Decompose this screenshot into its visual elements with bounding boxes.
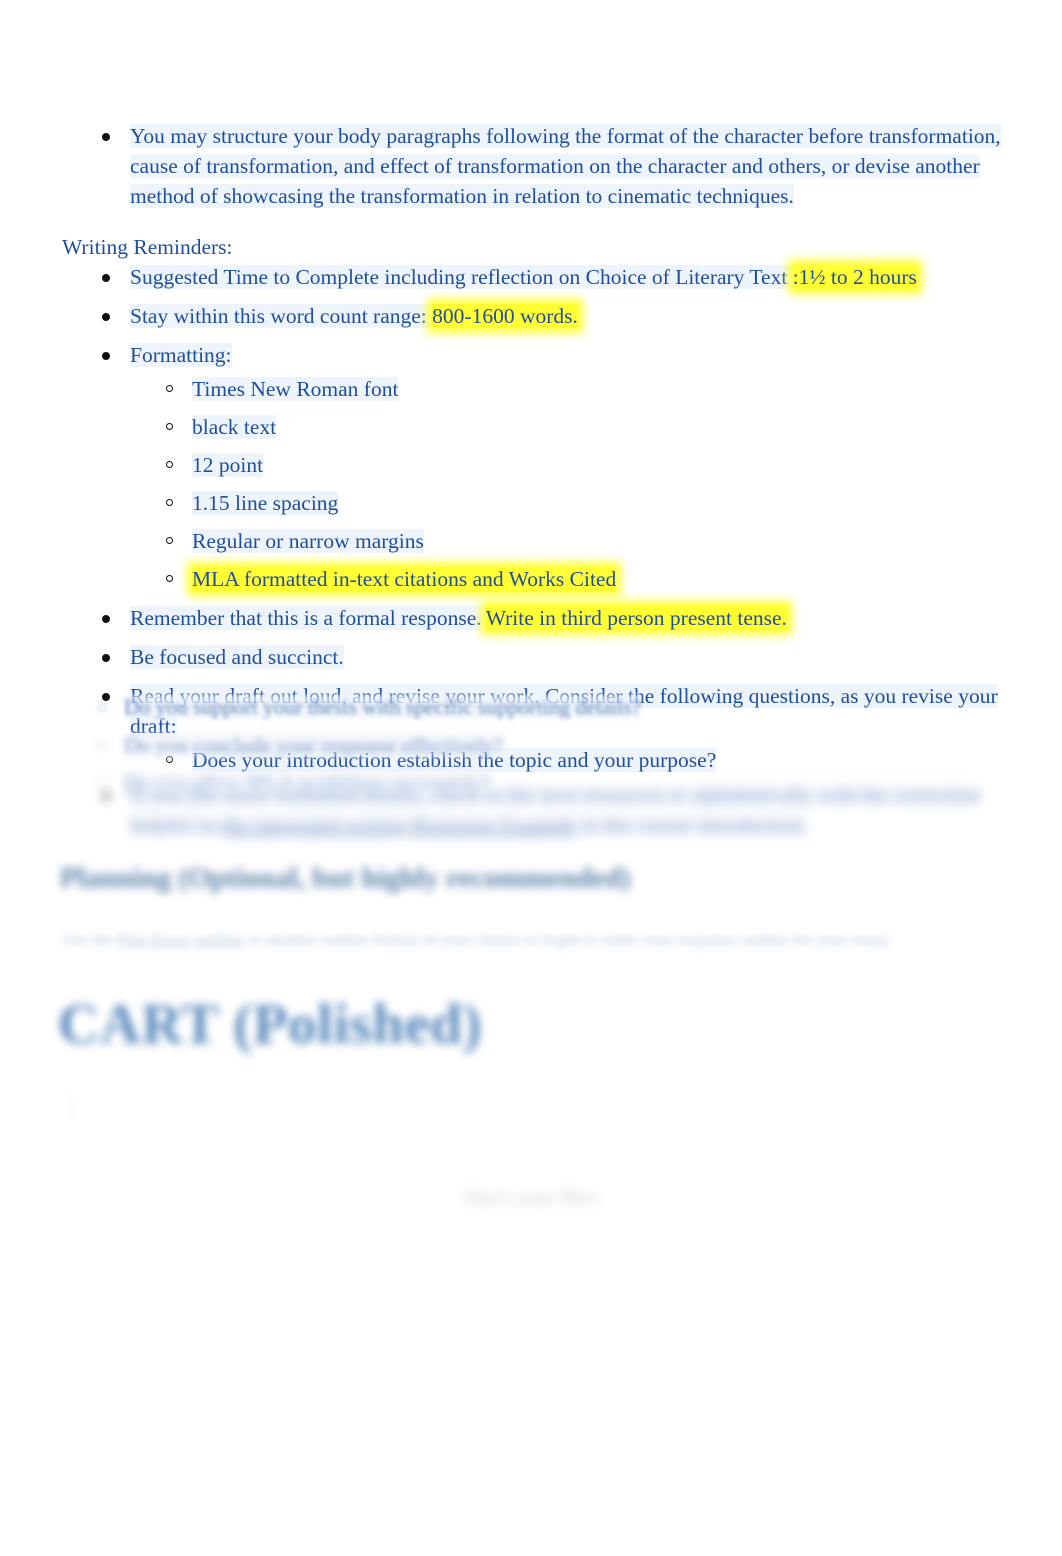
footer-note: Start your flow xyxy=(462,1185,600,1209)
intro-bullet-text: You may structure your body paragraphs f… xyxy=(130,124,1001,208)
formatting-item-color: black text xyxy=(192,415,277,439)
formatting-item-font: Times New Roman font xyxy=(192,377,399,401)
list-item-formatting: Formatting: Times New Roman font black t… xyxy=(62,340,1002,594)
formatting-item-mla: MLA formatted in-text citations and Work… xyxy=(192,567,617,591)
writing-reminders-heading: Writing Reminders: xyxy=(62,235,233,259)
planning-note: Use the Plan Essay outline or another ou… xyxy=(62,927,1002,953)
planning-note-suffix: or another outline format of your choice… xyxy=(243,930,892,949)
document-page: You may structure your body paragraphs f… xyxy=(0,0,1062,1556)
formal-response-label: Remember that this is a formal response. xyxy=(130,606,482,630)
formatting-sublist: Times New Roman font black text 12 point… xyxy=(130,374,1002,594)
list-item: MLA formatted in-text citations and Work… xyxy=(130,564,1002,594)
revise-question-support: Do you support your thesis with specific… xyxy=(124,695,642,719)
planning-heading: Planning (Optional, but highly recommend… xyxy=(60,862,631,894)
third-person-highlight: Write in third person present tense. xyxy=(485,606,787,630)
resource-bullet-link[interactable]: the integrated writing Response Example xyxy=(221,813,577,837)
planning-note-prefix: Use the xyxy=(62,930,118,949)
list-item: Times New Roman font xyxy=(130,374,1002,404)
list-item-suggested-time: Suggested Time to Complete including ref… xyxy=(62,262,1002,292)
word-count-value: 800-1600 words. xyxy=(432,304,578,328)
resource-bullet-list: If you like more formatted details, chec… xyxy=(62,780,1002,840)
intro-bullet-section: You may structure your body paragraphs f… xyxy=(62,121,1002,220)
list-item: If you like more formatted details, chec… xyxy=(62,780,1002,840)
blurred-resource-section: If you like more formatted details, chec… xyxy=(62,780,1002,849)
intro-bullet-list: You may structure your body paragraphs f… xyxy=(62,121,1002,211)
list-item: Do you conclude your response effectivel… xyxy=(62,730,1002,760)
list-item: 1.15 line spacing xyxy=(130,488,1002,518)
plan-essay-outline-link[interactable]: Plan Essay outline xyxy=(118,930,244,949)
focused-succinct-label: Be focused and succinct. xyxy=(130,645,344,669)
list-item-word-count: Stay within this word count range: 800-1… xyxy=(62,301,1002,331)
list-item: 12 point xyxy=(130,450,1002,480)
formatting-item-spacing: 1.15 line spacing xyxy=(192,491,339,515)
cart-polished-heading: CART (Polished) xyxy=(58,993,483,1056)
resource-bullet-line2: in the course introduction. xyxy=(576,813,808,837)
formatting-item-margins: Regular or narrow margins xyxy=(192,529,424,553)
revise-question-conclusion: Do you conclude your response effectivel… xyxy=(124,733,503,757)
suggested-time-label: Suggested Time to Complete including ref… xyxy=(130,265,793,289)
list-item-formal-response: Remember that this is a formal response.… xyxy=(62,603,1002,633)
list-item: Regular or narrow margins xyxy=(130,526,1002,556)
list-item: You may structure your body paragraphs f… xyxy=(62,121,1002,211)
text-cursor-icon: │ xyxy=(64,1096,79,1118)
formatting-item-size: 12 point xyxy=(192,453,264,477)
formatting-label: Formatting: xyxy=(130,343,232,367)
word-count-label: Stay within this word count range: xyxy=(130,304,433,328)
list-item-focused: Be focused and succinct. xyxy=(62,642,1002,672)
list-item: black text xyxy=(130,412,1002,442)
list-item: Do you support your thesis with specific… xyxy=(62,692,1002,722)
suggested-time-value: :1½ to 2 hours xyxy=(792,265,917,289)
